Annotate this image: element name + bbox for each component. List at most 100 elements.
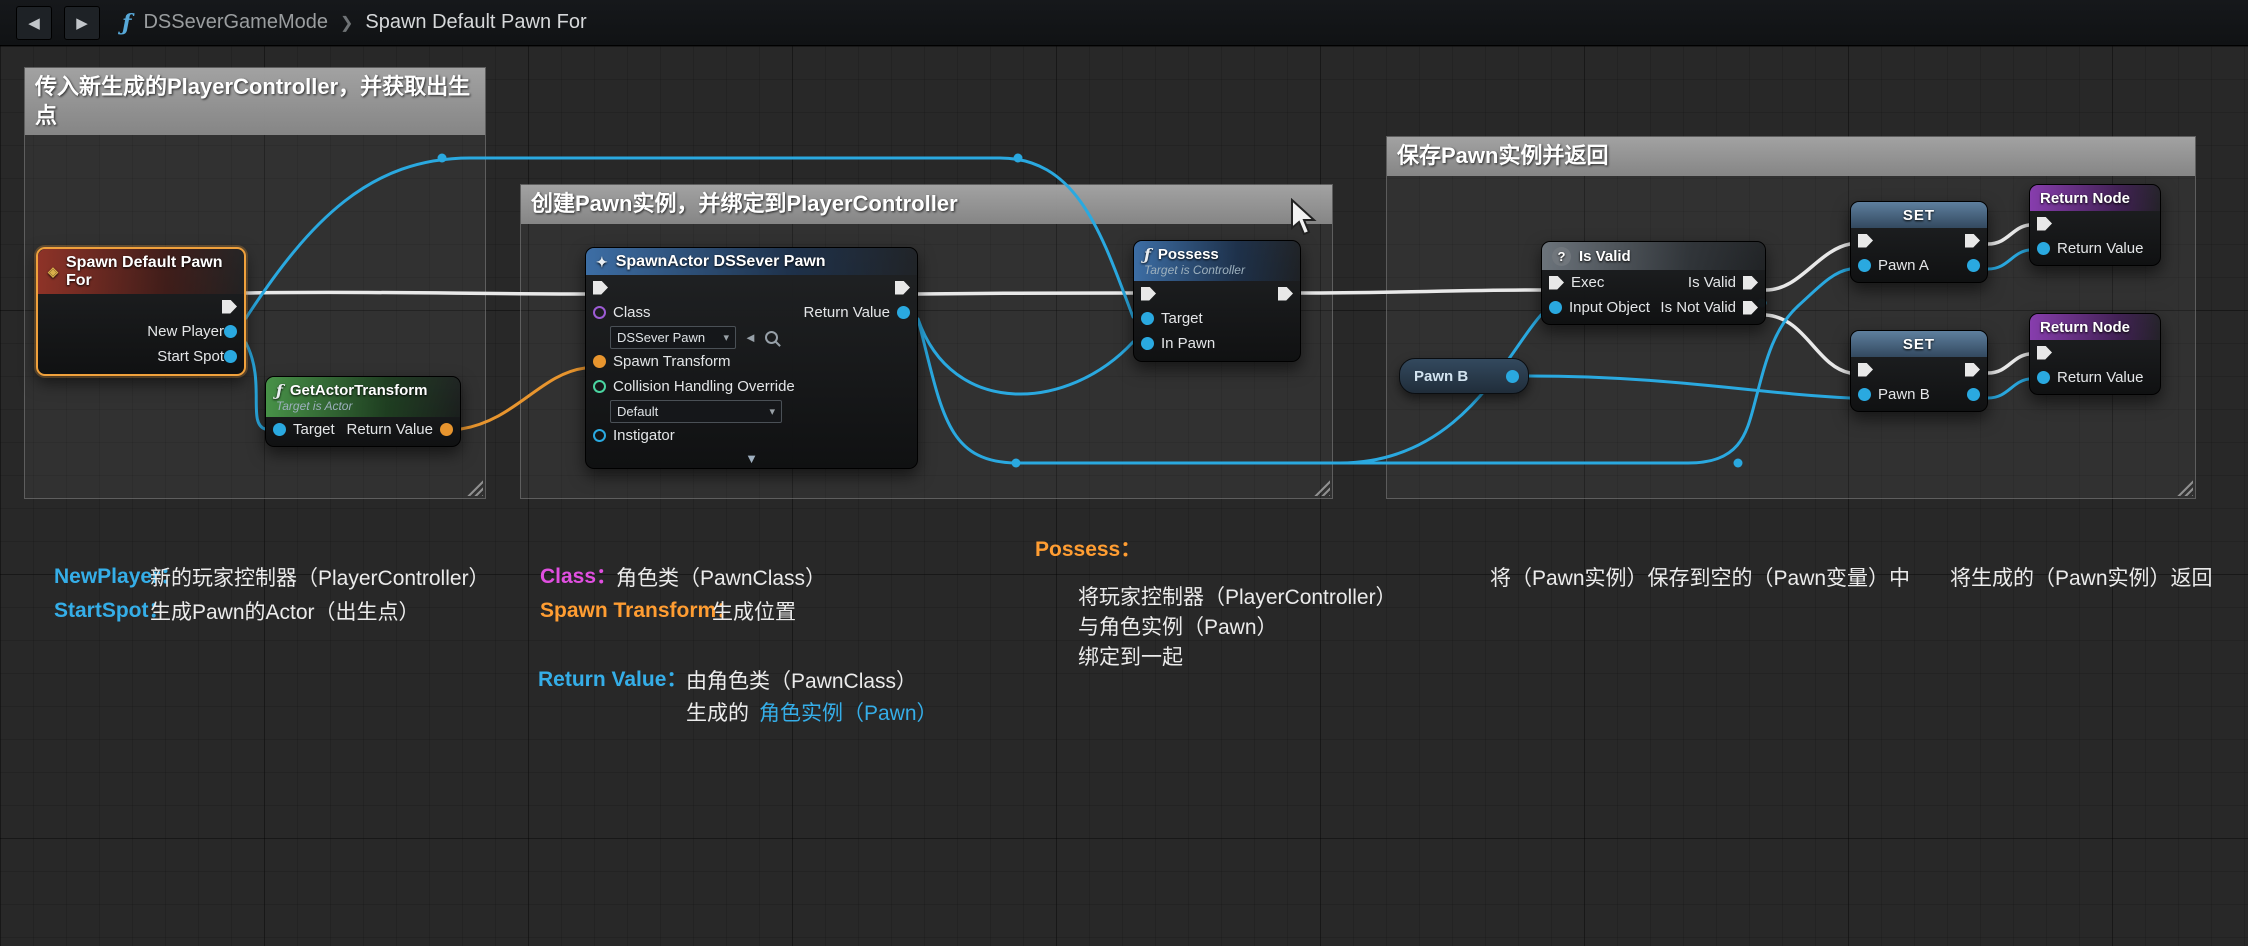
browse-icon[interactable] <box>764 330 778 344</box>
exec-out-pin[interactable] <box>1965 362 1980 377</box>
annotation-return-text: 将生成的（Pawn实例）返回 <box>1950 567 2213 590</box>
node-title: SpawnActor DSSever Pawn <box>615 253 826 270</box>
target-pin[interactable] <box>273 423 286 436</box>
exec-out-pin[interactable] <box>1278 286 1293 301</box>
pin-label: Spawn Transform <box>613 353 731 370</box>
resize-handle-icon[interactable] <box>1313 479 1330 496</box>
node-return-1[interactable]: Return Node Return Value <box>2029 184 2161 266</box>
pin-label: Return Value <box>2057 369 2144 386</box>
forward-button[interactable]: ▶ <box>64 5 100 40</box>
exec-in-pin[interactable] <box>593 280 608 295</box>
exec-in-pin[interactable] <box>1549 275 1564 290</box>
is-valid-exec-out-pin[interactable] <box>1743 275 1758 290</box>
pin-label: Target <box>293 421 335 438</box>
exec-in-pin[interactable] <box>2037 345 2052 360</box>
node-header[interactable]: Return Node <box>2030 314 2160 340</box>
pin-label: Return Value <box>803 304 890 321</box>
node-header[interactable]: ? Is Valid <box>1542 242 1765 270</box>
input-object-pin[interactable] <box>1549 301 1562 314</box>
pin-label: Class <box>613 304 651 321</box>
use-selected-icon[interactable]: ◄ <box>744 330 757 345</box>
chevron-down-icon: ▾ <box>723 331 729 344</box>
node-is-valid[interactable]: ? Is Valid Exec Is Valid Input Object Is… <box>1541 241 1766 325</box>
node-header[interactable]: ƒ Possess Target is Controller <box>1134 241 1300 281</box>
node-get-pawn-b[interactable]: Pawn B <box>1399 358 1529 394</box>
pawn-b-out-pin[interactable] <box>1967 388 1980 401</box>
pin-label: Pawn B <box>1878 386 1930 403</box>
resize-handle-icon[interactable] <box>2176 479 2193 496</box>
annotation-possess-line1: 将玩家控制器（PlayerController） <box>1078 586 1397 609</box>
exec-out-pin[interactable] <box>1965 233 1980 248</box>
exec-in-pin[interactable] <box>1141 286 1156 301</box>
start-spot-pin[interactable] <box>224 350 237 363</box>
node-title: Possess <box>1157 246 1219 263</box>
pawn-b-output-pin[interactable] <box>1506 369 1519 383</box>
breadcrumb-bar: ◀ ▶ ƒ DSSeverGameMode ❯ Spawn Default Pa… <box>0 0 2248 46</box>
comment-title[interactable]: 传入新生成的PlayerController，并获取出生点 <box>25 68 485 136</box>
exec-in-pin[interactable] <box>1858 362 1873 377</box>
node-header[interactable]: ✦ SpawnActor DSSever Pawn <box>586 248 917 275</box>
annotation-spawntransform-text: 生成位置 <box>712 601 796 624</box>
is-not-valid-exec-out-pin[interactable] <box>1743 300 1758 315</box>
node-set-pawn-a[interactable]: SET Pawn A <box>1850 201 1988 283</box>
collision-dropdown[interactable]: Default ▾ <box>610 399 782 423</box>
node-header[interactable]: Return Node <box>2030 185 2160 211</box>
resize-handle-icon[interactable] <box>466 479 483 496</box>
class-pin[interactable] <box>593 306 606 319</box>
exec-out-pin[interactable] <box>222 299 237 314</box>
exec-in-pin[interactable] <box>2037 216 2052 231</box>
annotation-returnvalue-line1: 由角色类（PawnClass） <box>686 670 918 693</box>
target-pin[interactable] <box>1141 312 1154 325</box>
pin-label: Is Not Valid <box>1660 299 1736 316</box>
breadcrumb-parent[interactable]: DSSeverGameMode <box>143 11 328 34</box>
pin-label: Collision Handling Override <box>613 378 795 395</box>
collision-handling-pin[interactable] <box>593 380 606 393</box>
pin-label: Return Value <box>346 421 433 438</box>
pin-label: Exec <box>1571 274 1605 291</box>
annotation-startspot-text: 生成Pawn的Actor（出生点） <box>150 601 420 624</box>
spawn-transform-pin[interactable] <box>593 355 606 368</box>
node-get-actor-transform[interactable]: ƒ GetActorTransform Target is Actor Targ… <box>265 376 461 447</box>
pawn-b-in-pin[interactable] <box>1858 388 1871 401</box>
node-header[interactable]: ƒ GetActorTransform Target is Actor <box>266 377 460 417</box>
exec-out-pin[interactable] <box>895 280 910 295</box>
node-header[interactable]: ◈ Spawn Default Pawn For <box>38 249 244 294</box>
class-dropdown-value: DSSever Pawn <box>617 329 706 345</box>
return-value-pin[interactable] <box>2037 242 2050 255</box>
collapse-pins-button[interactable]: ▼ <box>586 448 917 468</box>
new-player-pin[interactable] <box>224 325 237 338</box>
mouse-cursor-icon <box>1291 198 1317 236</box>
pawn-a-out-pin[interactable] <box>1967 259 1980 272</box>
return-value-pin[interactable] <box>440 423 453 436</box>
in-pawn-pin[interactable] <box>1141 337 1154 350</box>
comment-title[interactable]: 创建Pawn实例，并绑定到PlayerController <box>521 185 1332 224</box>
instigator-pin[interactable] <box>593 429 606 442</box>
spawn-actor-icon: ✦ <box>596 253 608 270</box>
node-return-2[interactable]: Return Node Return Value <box>2029 313 2161 395</box>
comment-title[interactable]: 保存Pawn实例并返回 <box>1387 137 2195 176</box>
chevron-right-icon: ❯ <box>340 14 354 32</box>
back-button[interactable]: ◀ <box>16 5 52 40</box>
node-header[interactable]: SET <box>1851 331 1987 357</box>
pin-label: Return Value <box>2057 240 2144 257</box>
event-icon: ◈ <box>48 264 58 279</box>
function-icon: ƒ <box>1144 245 1151 264</box>
node-spawnactor-dssever-pawn[interactable]: ✦ SpawnActor DSSever Pawn Class Return V… <box>585 247 918 469</box>
return-value-pin[interactable] <box>897 306 910 319</box>
node-set-pawn-b[interactable]: SET Pawn B <box>1850 330 1988 412</box>
class-dropdown[interactable]: DSSever Pawn ▾ <box>610 325 736 349</box>
annotation-save-text: 将（Pawn实例）保存到空的（Pawn变量）中 <box>1490 567 1911 590</box>
annotation-returnvalue-label: Return Value： <box>538 668 688 691</box>
annotation-possess-line2: 与角色实例（Pawn） <box>1078 616 1278 639</box>
breadcrumb-current[interactable]: Spawn Default Pawn For <box>365 11 586 34</box>
node-title: Is Valid <box>1579 248 1631 265</box>
pawn-a-in-pin[interactable] <box>1858 259 1871 272</box>
annotation-returnvalue-highlight: 角色实例（Pawn） <box>759 702 938 725</box>
annotation-returnvalue-line2: 生成的 角色实例（Pawn） <box>686 697 938 727</box>
node-possess[interactable]: ƒ Possess Target is Controller Target In… <box>1133 240 1301 362</box>
node-spawn-default-pawn-for[interactable]: ◈ Spawn Default Pawn For New Player Star… <box>36 247 246 376</box>
node-header[interactable]: SET <box>1851 202 1987 228</box>
exec-in-pin[interactable] <box>1858 233 1873 248</box>
return-value-pin[interactable] <box>2037 371 2050 384</box>
pin-label: In Pawn <box>1161 335 1216 352</box>
